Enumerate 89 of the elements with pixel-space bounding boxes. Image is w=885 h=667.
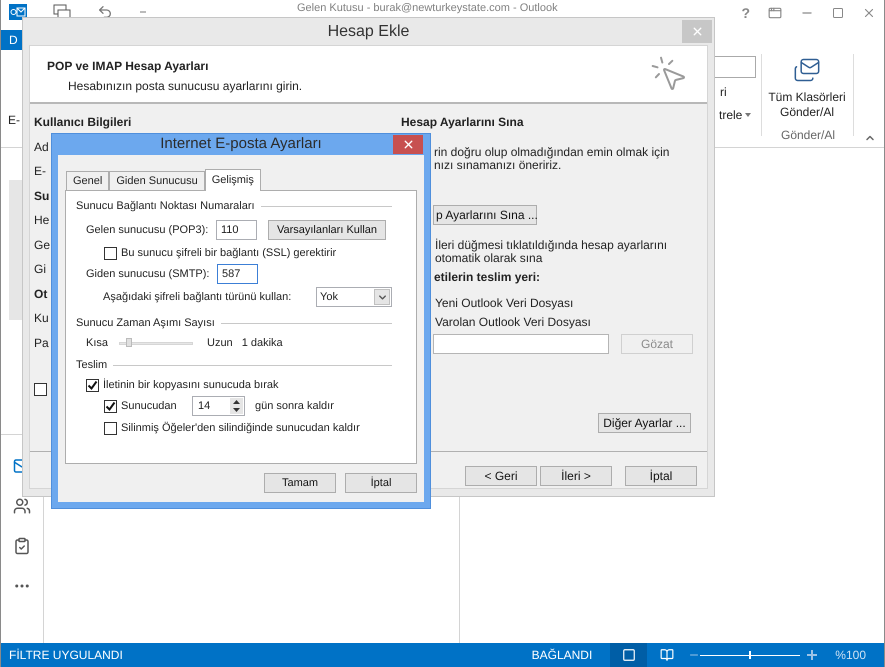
normal-view-icon[interactable] [622, 648, 636, 662]
input-field[interactable]: 110 [216, 220, 257, 240]
zoom-level: %100 [835, 647, 866, 664]
section-heading: Ot [34, 286, 48, 303]
header-title: POP ve IMAP Hesap Ayarları [47, 58, 210, 75]
dialog-title: Internet E-posta Ayarları [160, 134, 322, 154]
dialog-button[interactable]: < Geri [465, 466, 537, 486]
close-icon [402, 138, 414, 151]
checkbox[interactable] [104, 422, 117, 434]
field-label: Giden sunucusu (SMTP): [86, 266, 210, 282]
field-label: E- [34, 163, 46, 180]
tasks-icon[interactable] [13, 537, 31, 555]
checkbox[interactable] [34, 383, 47, 396]
days-spinner[interactable]: 14 [192, 396, 245, 416]
slider-max-label: Uzun [207, 336, 233, 351]
group-heading: Sunucu Bağlantı Noktası Numaraları [76, 198, 255, 214]
section-heading: Su [34, 188, 50, 205]
encryption-dropdown[interactable]: Yok [316, 287, 392, 307]
checkbox[interactable] [86, 378, 99, 392]
slider-reading: 1 dakika [242, 336, 283, 351]
tab[interactable]: Giden Sunucusu [109, 171, 205, 190]
field-label: Gelen sunucusu (POP3): [86, 222, 210, 238]
field-label: Ge [34, 236, 50, 254]
maximize-icon[interactable] [832, 7, 844, 19]
zoom-slider[interactable] [700, 650, 800, 660]
caret-icon [745, 113, 752, 117]
zoom-in-icon[interactable] [806, 649, 818, 661]
reading-view-icon[interactable] [660, 648, 674, 662]
app-logo-icon [9, 4, 27, 20]
description-line: rin doğru olup olmadığından emin olmak için [434, 146, 670, 159]
tab[interactable]: Genel [66, 171, 110, 190]
status-text: FİLTRE UYGULANDI [8, 647, 123, 664]
checkbox-label: otomatik olarak sına [435, 252, 542, 265]
dialog-button[interactable]: Tamam [264, 473, 336, 493]
field-label: He [34, 212, 50, 230]
help-button[interactable]: ? [741, 6, 750, 20]
close-icon [690, 25, 704, 38]
section-heading: Kullanıcı Bilgileri [34, 114, 132, 132]
dialog-button[interactable]: İleri > [540, 466, 612, 486]
send-receive-all-button[interactable]: Tüm Klasörleri Gönder/Al [765, 56, 849, 120]
ribbon-tab[interactable]: D [1, 30, 23, 50]
field-suffix: gün sonra kaldır [255, 398, 334, 414]
spin-up-icon[interactable] [230, 398, 243, 406]
field-label: Ad [34, 138, 49, 156]
field-label: Pa [34, 334, 49, 352]
people-icon[interactable] [13, 497, 31, 515]
description-line: nızı sınamanızı öneririz. [434, 159, 562, 172]
section-heading: etilerin teslim yeri: [433, 271, 542, 284]
field-label: Gi [34, 261, 46, 278]
field-label: Aşağıdaki şifreli bağlantı türünü kullan: [103, 290, 292, 305]
status-text: BAĞLANDI [532, 647, 592, 664]
ribbon-display-icon[interactable] [768, 6, 782, 20]
timeout-slider[interactable] [119, 338, 193, 348]
radio-label: Yeni Outlook Veri Dosyası [435, 297, 574, 310]
window-title: Gelen Kutusu - burak@newturkeystate.com - Outlook [297, 1, 558, 15]
checkbox[interactable] [104, 246, 117, 260]
checkbox-label: Bu sunucu şifreli bir bağlantı (SSL) gerektirir [121, 246, 336, 261]
dialog-title: Hesap Ekle [328, 22, 410, 42]
checkbox-label: İleri düğmesi tıklatıldığında hesap ayarlarını [435, 239, 668, 252]
filter-dropdown[interactable]: trele [719, 106, 752, 124]
dialog-button[interactable]: İptal [625, 466, 697, 486]
zoom-thumb[interactable] [749, 651, 752, 659]
group-heading: Teslim [76, 358, 108, 373]
close-icon[interactable] [862, 6, 876, 20]
checkbox-label: Sunucudan [121, 398, 178, 414]
dialog-button[interactable]: Diğer Ayarlar ... [598, 413, 691, 433]
file-path-field[interactable] [433, 334, 609, 354]
checkbox-label: İletinin bir kopyasını sunucuda bırak [103, 378, 278, 393]
checkbox[interactable] [104, 400, 117, 412]
field-label: Ku [34, 310, 49, 328]
header-subtitle: Hesabınızın posta sunucusu ayarlarını girin. [67, 78, 302, 95]
ribbon-group-label: Gönder/Al [781, 127, 836, 144]
section-heading: Hesap Ayarlarını Sına [401, 114, 524, 131]
checkbox-label: Silinmiş Öğeler'den silindiğinde sunucudan kaldır [121, 420, 360, 436]
input-field[interactable]: 587 [217, 264, 258, 284]
slider-min-label: Kısa [86, 336, 110, 351]
close-button[interactable] [393, 135, 423, 154]
group-heading: Sunucu Zaman Aşımı Sayısı [76, 316, 215, 331]
radio-label: Varolan Outlook Veri Dosyası [435, 316, 592, 329]
dialog-button[interactable]: p Ayarlarını Sına ... [433, 205, 537, 225]
ribbon-label: ri [720, 84, 727, 101]
spin-down-icon[interactable] [230, 406, 243, 414]
dialog-button[interactable]: Varsayılanları Kullan [268, 220, 386, 240]
tab[interactable]: Gelişmiş [204, 169, 261, 191]
slider-thumb[interactable] [126, 338, 132, 347]
undo-icon[interactable] [97, 4, 113, 20]
dialog-button[interactable]: İptal [345, 473, 417, 493]
envelopes-icon [793, 56, 821, 84]
ribbon-label: E- [8, 112, 20, 129]
